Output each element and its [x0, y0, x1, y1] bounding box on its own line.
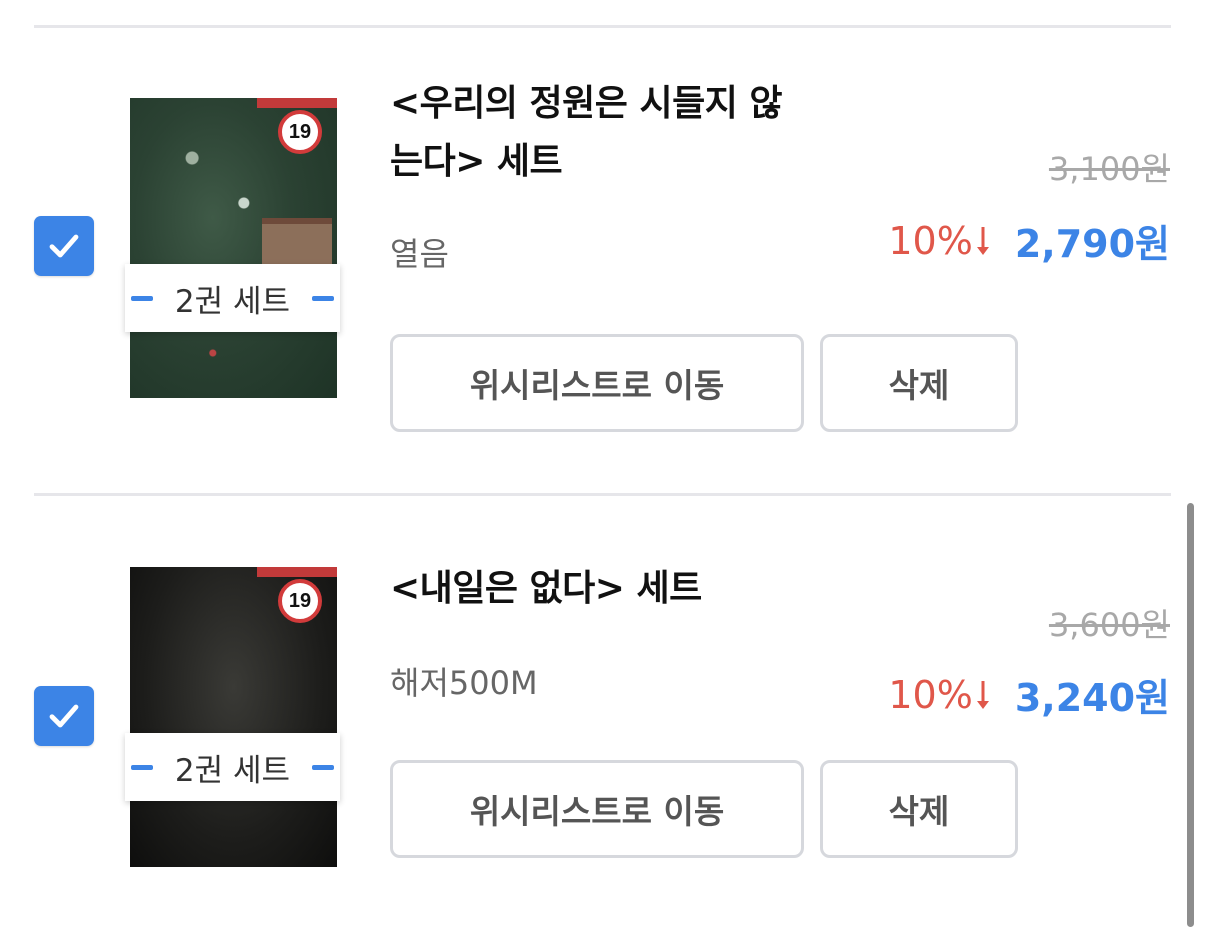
price-line: 10% 3,240원 — [888, 667, 1170, 722]
scrollbar[interactable] — [1187, 503, 1194, 927]
discount-rate: 10% — [888, 218, 973, 263]
book-cover[interactable]: 19 — [130, 567, 337, 867]
item-title-line-1: <우리의 정원은 시들지 않 — [390, 83, 782, 124]
checkmark-icon — [49, 704, 79, 728]
down-arrow-icon — [975, 223, 991, 259]
cover-ribbon — [257, 567, 337, 577]
item-title[interactable]: <내일은 없다> 세트 — [390, 560, 850, 618]
set-label-dash-left — [131, 296, 153, 301]
original-price: 3,100원 — [1048, 150, 1170, 188]
move-to-wishlist-button[interactable]: 위시리스트로 이동 — [390, 334, 804, 432]
sale-price: 3,240원 — [1014, 676, 1170, 720]
set-label: 2권 세트 — [125, 733, 340, 801]
book-cover[interactable]: 19 — [130, 98, 337, 398]
set-label-dash-right — [312, 296, 334, 301]
set-label-text: 2권 세트 — [174, 283, 291, 320]
item-publisher: 열음 — [390, 235, 449, 273]
set-label-dash-right — [312, 765, 334, 770]
item-title-line-1: <내일은 없다> 세트 — [390, 568, 702, 609]
cover-ribbon — [257, 98, 337, 108]
down-arrow-icon — [975, 677, 991, 713]
cart-item-2: 19 2권 세트 <내일은 없다> 세트 해저500M 3,600원 10% 3… — [0, 470, 1206, 910]
set-label-dash-left — [131, 765, 153, 770]
item-title-line-2: 는다> 세트 — [390, 141, 563, 182]
set-label-text: 2권 세트 — [174, 752, 291, 789]
price-line: 10% 2,790원 — [888, 213, 1170, 268]
cover-illustration — [262, 218, 332, 269]
age-rating-badge: 19 — [278, 110, 322, 154]
discount-rate: 10% — [888, 672, 973, 717]
item-checkbox[interactable] — [34, 216, 94, 276]
sale-price: 2,790원 — [1014, 222, 1170, 266]
original-price: 3,600원 — [1048, 606, 1170, 644]
item-checkbox[interactable] — [34, 686, 94, 746]
move-to-wishlist-button[interactable]: 위시리스트로 이동 — [390, 760, 804, 858]
delete-button[interactable]: 삭제 — [820, 760, 1018, 858]
set-label: 2권 세트 — [125, 264, 340, 332]
item-publisher: 해저500M — [390, 664, 538, 702]
delete-button[interactable]: 삭제 — [820, 334, 1018, 432]
cart-item-1: 19 2권 세트 <우리의 정원은 시들지 않 는다> 세트 열음 3,100원… — [0, 0, 1206, 440]
item-title[interactable]: <우리의 정원은 시들지 않 는다> 세트 — [390, 75, 850, 191]
checkmark-icon — [49, 234, 79, 258]
age-rating-badge: 19 — [278, 579, 322, 623]
